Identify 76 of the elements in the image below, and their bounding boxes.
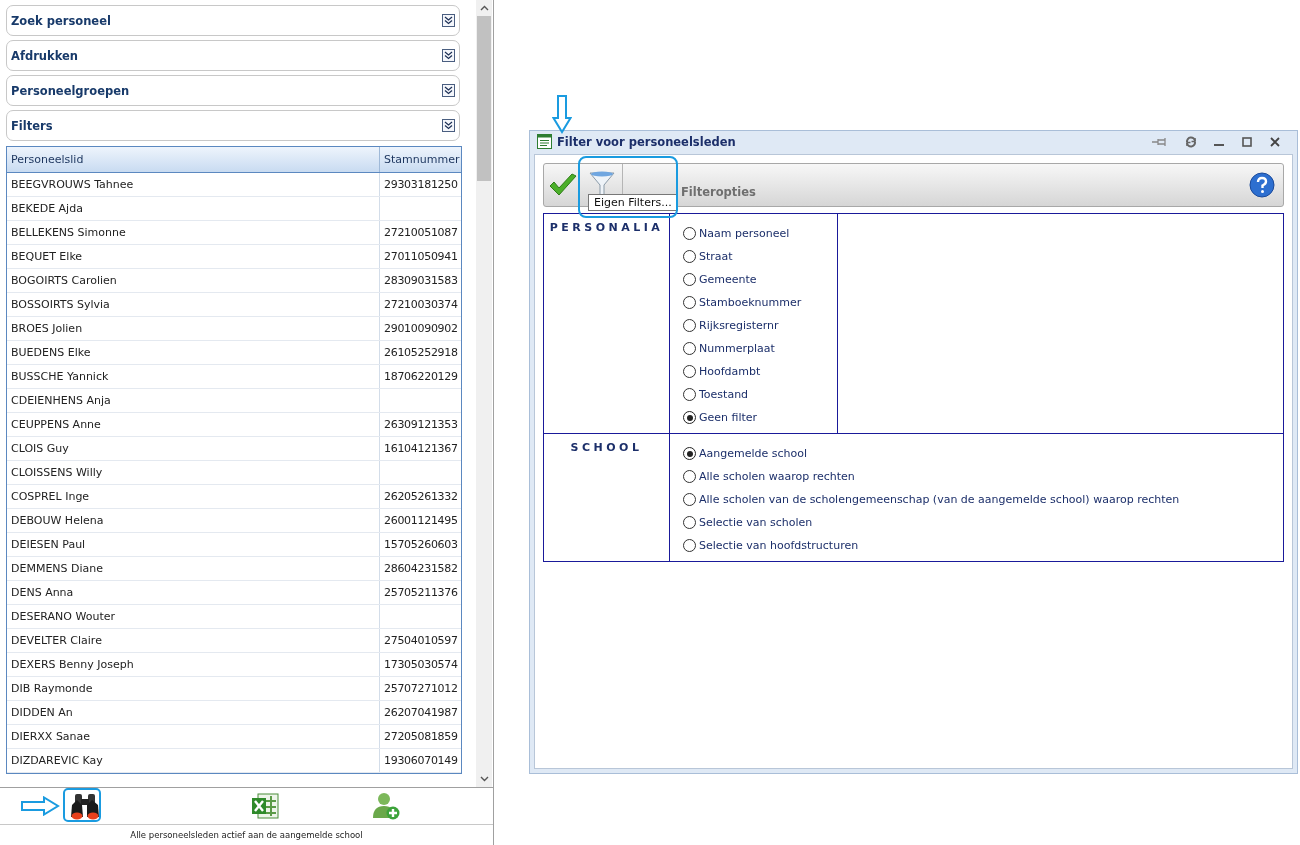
radio-option[interactable]: Geen filter <box>683 406 758 429</box>
collapsible-panel[interactable]: Personeelgroepen <box>6 75 460 106</box>
table-cell: BELLEKENS Simonne <box>11 226 126 239</box>
radio-option[interactable]: Stamboeknummer <box>683 291 802 314</box>
table-cell: BOSSOIRTS Sylvia <box>11 298 110 311</box>
table-cell: CDEIENHENS Anja <box>11 394 111 407</box>
table-cell: 25705211376 <box>384 586 458 599</box>
toolbar-label: Filteropties <box>681 185 756 199</box>
table-cell: 18706220129 <box>384 370 458 383</box>
section-heading: PERSONALIA <box>549 221 664 235</box>
radio-option[interactable]: Straat <box>683 245 733 268</box>
window-title: Filter voor personeelsleden <box>557 134 736 149</box>
table-cell: DIZDAREVIC Kay <box>11 754 103 767</box>
table-cell: 26309121353 <box>384 418 458 431</box>
column-header[interactable]: Personeelslid <box>7 147 380 172</box>
table-cell: DEXERS Benny Joseph <box>11 658 134 671</box>
table-cell: DIERXX Sanae <box>11 730 91 743</box>
radio-option[interactable]: Hoofdambt <box>683 360 761 383</box>
column-header[interactable]: Stamnummer <box>380 147 461 172</box>
table-cell: CLOIS Guy <box>11 442 69 455</box>
status-text: Alle personeelsleden actief aan de aangemelde school <box>130 830 363 840</box>
collapsible-panel[interactable]: Zoek personeel <box>6 5 460 36</box>
radio-option[interactable]: Rijksregisternr <box>683 314 779 337</box>
table-cell: 26105252918 <box>384 346 458 359</box>
tooltip: Eigen Filters... <box>588 194 678 211</box>
table-cell: DESERANO Wouter <box>11 610 115 623</box>
table-cell: DEIESEN Paul <box>11 538 86 551</box>
table-cell: BEEGVROUWS Tahnee <box>11 178 134 191</box>
radio-option[interactable]: Alle scholen van de scholengemeenschap (van de aangemelde school) waarop rechten <box>683 488 1180 511</box>
table-cell: 25707271012 <box>384 682 458 695</box>
table-cell: BOGOIRTS Carolien <box>11 274 117 287</box>
panel-title: Personeelgroepen <box>11 83 130 98</box>
table-cell: BUEDENS Elke <box>11 346 91 359</box>
panel-title: Filters <box>11 118 53 133</box>
table-cell: 19306070149 <box>384 754 458 767</box>
table-cell: 27011050941 <box>384 250 458 263</box>
radio-option[interactable]: Nummerplaat <box>683 337 775 360</box>
table-cell: CLOISSENS Willy <box>11 466 103 479</box>
table-cell: 29010090902 <box>384 322 458 335</box>
radio-option[interactable]: Naam personeel <box>683 222 790 245</box>
table-cell: 27504010597 <box>384 634 458 647</box>
table-cell: CEUPPENS Anne <box>11 418 101 431</box>
radio-option[interactable]: Selectie van scholen <box>683 511 813 534</box>
radio-option[interactable]: Aangemelde school <box>683 442 808 465</box>
table-cell: COSPREL Inge <box>11 490 90 503</box>
table-cell: 28309031583 <box>384 274 458 287</box>
table-cell: BEQUET Elke <box>11 250 83 263</box>
table-cell: 27210051087 <box>384 226 458 239</box>
table-cell: 16104121367 <box>384 442 458 455</box>
radio-option[interactable]: Toestand <box>683 383 749 406</box>
table-cell: DEBOUW Helena <box>11 514 104 527</box>
table-cell: 27210030374 <box>384 298 458 311</box>
table-cell: 17305030574 <box>384 658 458 671</box>
table-cell: 27205081859 <box>384 730 458 743</box>
panel-title: Afdrukken <box>11 48 78 63</box>
table-cell: BROES Jolien <box>11 322 83 335</box>
table-cell: 26001121495 <box>384 514 458 527</box>
table-cell: DIDDEN An <box>11 706 73 719</box>
collapsible-panel[interactable]: Filters <box>6 110 460 141</box>
table-cell: 15705260603 <box>384 538 458 551</box>
table-cell: DEVELTER Claire <box>11 634 102 647</box>
radio-option[interactable]: Gemeente <box>683 268 757 291</box>
table-cell: 26207041987 <box>384 706 458 719</box>
section-heading: SCHOOL <box>570 441 643 455</box>
table-cell: DENS Anna <box>11 586 74 599</box>
table-cell: BEKEDE Ajda <box>11 202 83 215</box>
radio-option[interactable]: Alle scholen waarop rechten <box>683 465 855 488</box>
table-cell: BUSSCHE Yannick <box>11 370 109 383</box>
collapsible-panel[interactable]: Afdrukken <box>6 40 460 71</box>
table-cell: 28604231582 <box>384 562 458 575</box>
table-cell: DIB Raymonde <box>11 682 93 695</box>
table-cell: DEMMENS Diane <box>11 562 104 575</box>
table-cell: 29303181250 <box>384 178 458 191</box>
radio-option[interactable]: Selectie van hoofdstructuren <box>683 534 859 557</box>
panel-title: Zoek personeel <box>11 13 111 28</box>
table-cell: 26205261332 <box>384 490 458 503</box>
